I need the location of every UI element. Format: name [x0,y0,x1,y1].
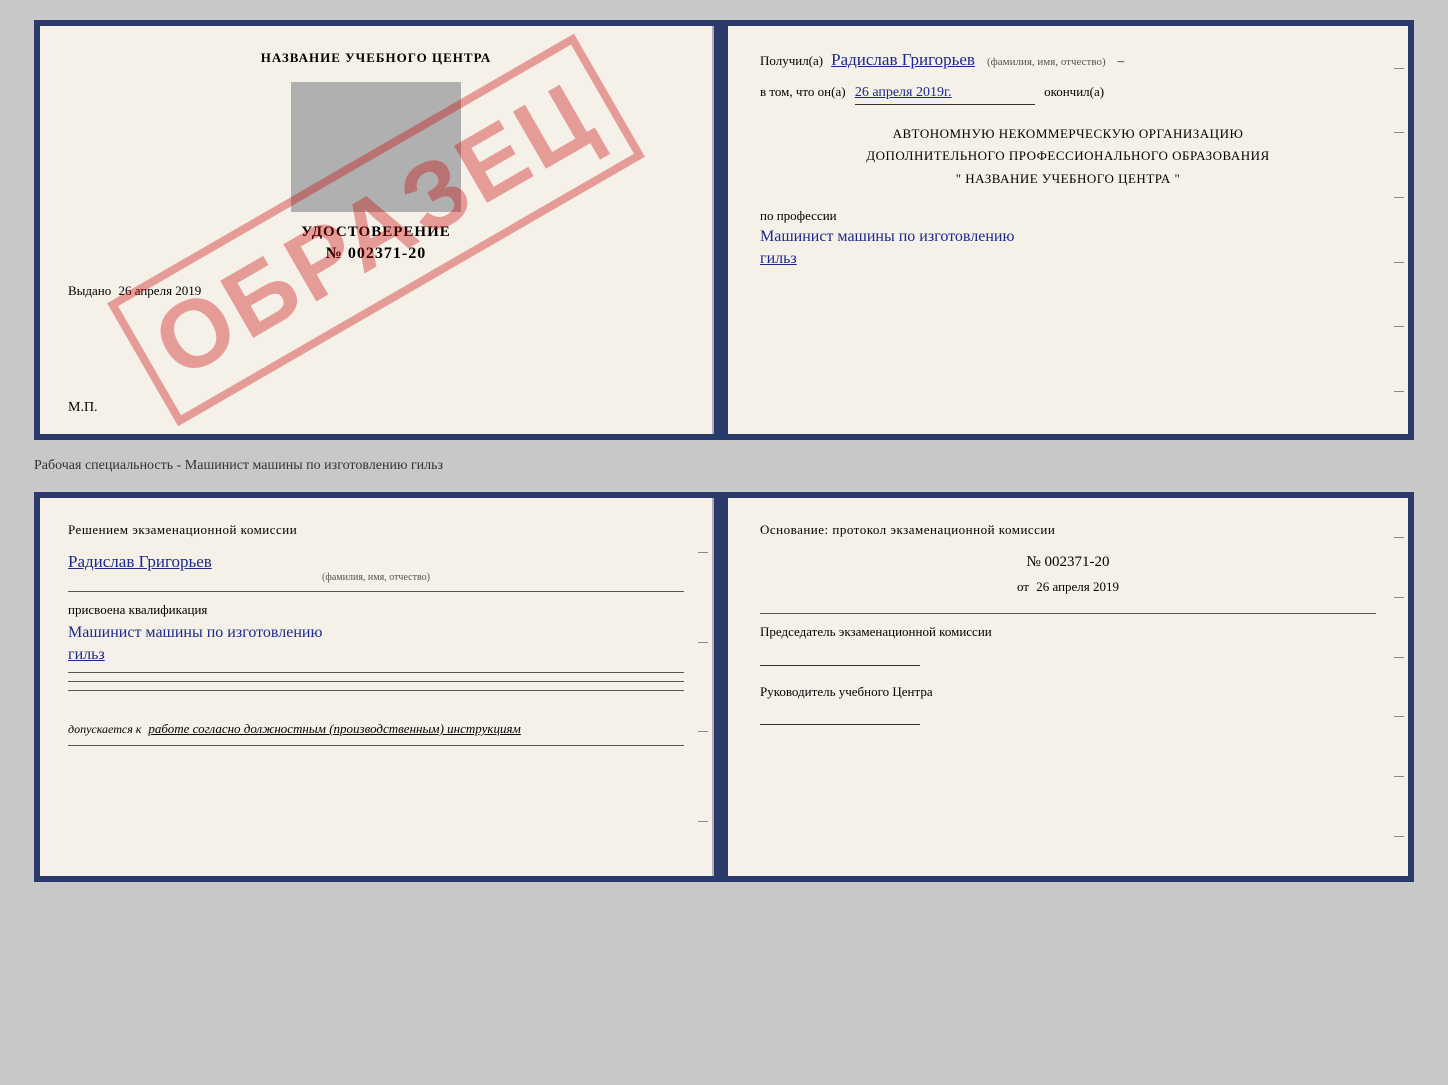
side-decoration [1390,26,1408,434]
profession-label: по профессии [760,208,837,223]
recipient-name-text: Радислав Григорьев [831,50,975,69]
admit-prefix: допускается к [68,722,141,736]
cert-title: УДОСТОВЕРЕНИЕ [68,224,684,241]
rule1 [68,591,684,592]
name-hint: (фамилия, имя, отчество) [987,56,1106,68]
commission-title: Решением экзаменационной комиссии [68,522,684,538]
person-name: Радислав Григорьев [68,552,212,571]
issued-line: Выдано 26 апреля 2019 [68,283,684,299]
chairman-label: Председатель экзаменационной комиссии [760,624,992,639]
top-left-page: НАЗВАНИЕ УЧЕБНОГО ЦЕНТРА УДОСТОВЕРЕНИЕ №… [40,26,714,434]
bottom-left-page: Решением экзаменационной комиссии Радисл… [40,498,714,876]
top-left-header: НАЗВАНИЕ УЧЕБНОГО ЦЕНТРА [68,50,684,66]
bottom-right-page: Основание: протокол экзаменационной коми… [728,498,1408,876]
org-block: АВТОНОМНУЮ НЕКОММЕРЧЕСКУЮ ОРГАНИЗАЦИЮ ДО… [760,123,1376,189]
chairman-block: Председатель экзаменационной комиссии [760,622,1376,642]
issued-date: 26 апреля 2019 [119,283,202,298]
director-sign-line [760,707,920,725]
admit-text: работе согласно должностным (производств… [148,721,520,736]
date-line: в том, что он(а) 26 апреля 2019г. окончи… [760,82,1376,105]
rule2 [68,672,684,673]
qualification: Машинист машины по изготовлению гильз [68,624,684,664]
qual-line2: гильз [68,646,684,664]
cert-number: № 002371-20 [68,245,684,263]
rule-right1 [760,613,1376,614]
chairman-sign-line [760,648,920,666]
basis-title: Основание: протокол экзаменационной коми… [760,522,1376,538]
issued-label: Выдано [68,283,111,298]
director-label: Руководитель учебного Центра [760,684,933,699]
dash-1: – [1118,53,1125,69]
org-line2: ДОПОЛНИТЕЛЬНОГО ПРОФЕССИОНАЛЬНОГО ОБРАЗО… [760,145,1376,167]
admit-block: допускается к работе согласно должностны… [68,721,684,737]
top-right-page: Получил(а) Радислав Григорьев (фамилия, … [728,26,1408,434]
date-prefix-bottom: от [1017,579,1029,594]
bottom-document: Решением экзаменационной комиссии Радисл… [34,492,1414,882]
protocol-date: от 26 апреля 2019 [760,579,1376,595]
profession-value: Машинист машины по изготовлению [760,228,1376,246]
rule4 [68,690,684,691]
date-value: 26 апреля 2019г. [855,82,1035,105]
received-prefix: Получил(а) [760,53,823,69]
date-prefix: в том, что он(а) [760,84,846,99]
profession-block: по профессии Машинист машины по изготовл… [760,208,1376,268]
photo-placeholder [291,82,461,212]
mp-label: М.П. [68,400,98,416]
name-hint-bottom: (фамилия, имя, отчество) [68,572,684,583]
side-decoration-bottom-left [694,498,712,876]
top-document: НАЗВАНИЕ УЧЕБНОГО ЦЕНТРА УДОСТОВЕРЕНИЕ №… [34,20,1414,440]
spine-divider [714,26,728,434]
qual-line1: Машинист машины по изготовлению [68,624,684,642]
protocol-number: № 002371-20 [760,554,1376,571]
date-suffix: окончил(а) [1044,84,1104,99]
org-line1: АВТОНОМНУЮ НЕКОММЕРЧЕСКУЮ ОРГАНИЗАЦИЮ [760,123,1376,145]
rule5 [68,745,684,746]
qualified-label: присвоена квалификация [68,602,684,618]
date-value-bottom: 26 апреля 2019 [1036,579,1119,594]
org-line3: " НАЗВАНИЕ УЧЕБНОГО ЦЕНТРА " [760,168,1376,190]
recipient-name: Радислав Григорьев (фамилия, имя, отчест… [831,50,1106,70]
person-line: Радислав Григорьев (фамилия, имя, отчест… [68,552,684,583]
side-decoration-bottom-right [1390,498,1408,876]
spine-divider-bottom [714,498,728,876]
profession-value2: гильз [760,250,1376,268]
separator-label: Рабочая специальность - Машинист машины … [34,458,1414,474]
received-line: Получил(а) Радислав Григорьев (фамилия, … [760,50,1376,70]
rule3 [68,681,684,682]
director-block: Руководитель учебного Центра [760,682,1376,702]
protocol-number-text: № 002371-20 [1026,554,1109,570]
